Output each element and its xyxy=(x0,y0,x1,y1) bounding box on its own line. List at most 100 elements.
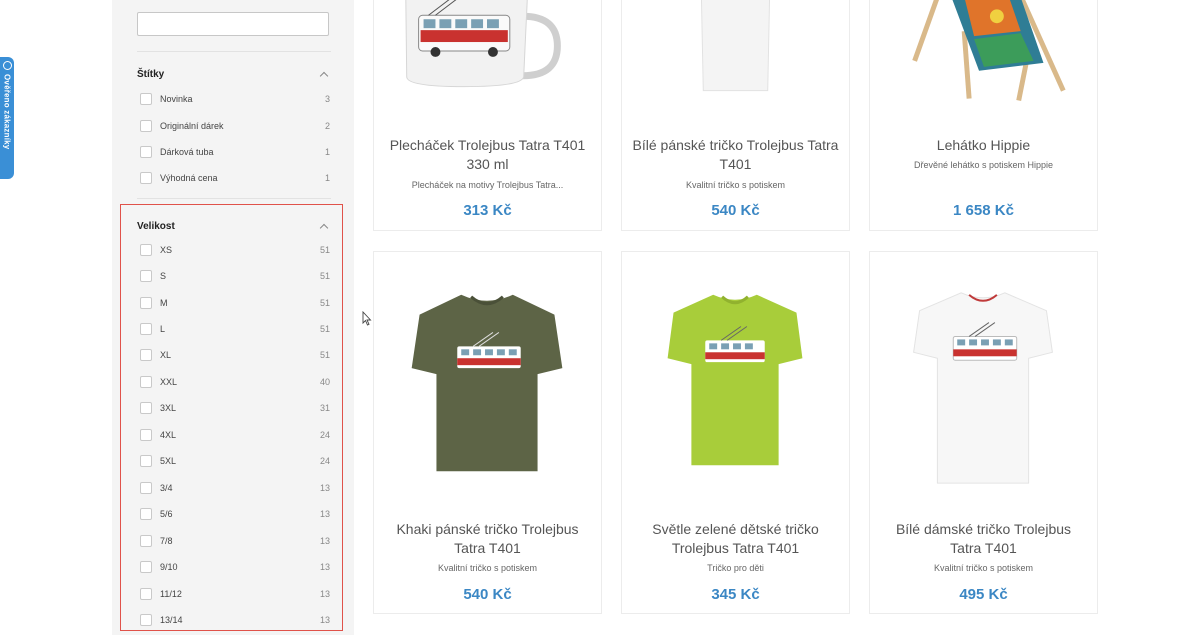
filter-option-count: 3 xyxy=(324,94,330,104)
verify-tab-label: Ověřeno zákazníky xyxy=(2,74,12,150)
checkbox[interactable] xyxy=(140,297,152,309)
filter-option-count: 2 xyxy=(324,121,330,131)
filter-option-label: Výhodná cena xyxy=(160,173,218,183)
filter-sidebar: Štítky Novinka 3 Originální dárek 2 Dárk… xyxy=(112,0,354,635)
filter-option[interactable]: Dárková tuba 1 xyxy=(137,144,330,160)
filter-header-tags[interactable]: Štítky xyxy=(137,66,330,82)
filter-option[interactable]: 3/4 13 xyxy=(137,480,330,496)
filter-option-label: Novinka xyxy=(160,94,193,104)
filter-option-label: XXL xyxy=(160,377,178,387)
product-description: Kvalitní tričko s potiskem xyxy=(933,563,1034,573)
filter-option-count: 13 xyxy=(319,562,330,572)
checkbox[interactable] xyxy=(140,429,152,441)
product-price: 313 Kč xyxy=(463,202,512,219)
filter-option-count: 31 xyxy=(319,403,330,413)
product-name[interactable]: Světle zelené dětské tričko Trolejbus Ta… xyxy=(632,520,839,558)
filter-option[interactable]: 5XL 24 xyxy=(137,453,330,469)
checkbox[interactable] xyxy=(140,349,152,361)
product-name[interactable]: Bílé pánské tričko Trolejbus Tatra T401 xyxy=(632,136,839,174)
product-card[interactable]: Bílé pánské tričko Trolejbus Tatra T401 … xyxy=(621,0,850,231)
checkbox[interactable] xyxy=(140,402,152,414)
checkbox[interactable] xyxy=(140,323,152,335)
checkbox[interactable] xyxy=(140,561,152,573)
checkbox[interactable] xyxy=(140,482,152,494)
product-card[interactable]: Lehátko Hippie Dřevěné lehátko s potiske… xyxy=(869,0,1098,231)
filter-option-label: 13/14 xyxy=(160,615,183,625)
product-description: Kvalitní tričko s potiskem xyxy=(437,563,538,573)
product-price: 345 Kč xyxy=(711,586,760,603)
checkbox[interactable] xyxy=(140,93,152,105)
verified-by-customers-badge[interactable]: Ověřeno zákazníky xyxy=(0,57,14,179)
product-image[interactable] xyxy=(374,288,601,478)
mouse-cursor-icon xyxy=(362,311,372,326)
filter-option-count: 13 xyxy=(319,483,330,493)
product-name[interactable]: Lehátko Hippie xyxy=(880,136,1087,155)
product-description: Tričko pro děti xyxy=(707,563,764,573)
filter-option[interactable]: XS 51 xyxy=(137,242,330,258)
filter-option-label: Dárková tuba xyxy=(160,147,214,157)
filter-option[interactable]: 11/12 13 xyxy=(137,586,330,602)
filter-option-label: XL xyxy=(160,350,172,360)
checkbox[interactable] xyxy=(140,172,152,184)
filter-option-label: XS xyxy=(160,245,173,255)
product-image[interactable] xyxy=(374,0,601,101)
product-name[interactable]: Bílé dámské tričko Trolejbus Tatra T401 xyxy=(880,520,1087,558)
checkbox[interactable] xyxy=(140,535,152,547)
checkbox[interactable] xyxy=(140,120,152,132)
filter-option-label: Originální dárek xyxy=(160,121,224,131)
filter-option[interactable]: 4XL 24 xyxy=(137,427,330,443)
filter-option[interactable]: Výhodná cena 1 xyxy=(137,170,330,186)
checkbox[interactable] xyxy=(140,588,152,600)
filter-option-count: 51 xyxy=(319,350,330,360)
filter-option[interactable]: L 51 xyxy=(137,321,330,337)
filter-option[interactable]: S 51 xyxy=(137,268,330,284)
filter-option[interactable]: XXL 40 xyxy=(137,374,330,390)
filter-option[interactable]: 13/14 13 xyxy=(137,612,330,628)
filter-header-size[interactable]: Velikost xyxy=(137,218,330,234)
filter-option[interactable]: 3XL 31 xyxy=(137,400,330,416)
product-name[interactable]: Plecháček Trolejbus Tatra T401 330 ml xyxy=(384,136,591,174)
product-price: 1 658 Kč xyxy=(953,202,1014,219)
divider xyxy=(137,198,331,199)
product-image[interactable] xyxy=(870,0,1097,103)
checkbox[interactable] xyxy=(140,614,152,626)
filter-option-label: 4XL xyxy=(160,430,177,440)
product-card[interactable]: Khaki pánské tričko Trolejbus Tatra T401… xyxy=(373,251,602,614)
filter-option-count: 51 xyxy=(319,245,330,255)
filter-option-label: 3/4 xyxy=(160,483,173,493)
product-card[interactable]: Světle zelené dětské tričko Trolejbus Ta… xyxy=(621,251,850,614)
product-card[interactable]: Plecháček Trolejbus Tatra T401 330 ml Pl… xyxy=(373,0,602,231)
filter-option[interactable]: Novinka 3 xyxy=(137,91,330,107)
product-image[interactable] xyxy=(622,288,849,478)
white-shirt-image xyxy=(700,0,771,92)
product-name[interactable]: Khaki pánské tričko Trolejbus Tatra T401 xyxy=(384,520,591,558)
filter-option-label: 9/10 xyxy=(160,562,178,572)
filter-option-count: 51 xyxy=(319,324,330,334)
filter-option-count: 40 xyxy=(319,377,330,387)
filter-option[interactable]: XL 51 xyxy=(137,347,330,363)
product-image[interactable] xyxy=(870,288,1097,488)
checkbox[interactable] xyxy=(140,244,152,256)
checkbox[interactable] xyxy=(140,508,152,520)
filter-title: Štítky xyxy=(137,68,165,80)
filter-option[interactable]: Originální dárek 2 xyxy=(137,118,330,134)
filter-option[interactable]: 9/10 13 xyxy=(137,559,330,575)
filter-option-count: 24 xyxy=(319,456,330,466)
filter-title: Velikost xyxy=(137,220,175,232)
chevron-up-icon[interactable] xyxy=(319,71,329,80)
filter-option[interactable]: 7/8 13 xyxy=(137,533,330,549)
chevron-up-icon[interactable] xyxy=(319,223,329,232)
product-card[interactable]: Bílé dámské tričko Trolejbus Tatra T401 … xyxy=(869,251,1098,614)
filter-search-input[interactable] xyxy=(137,12,329,36)
filter-option[interactable]: M 51 xyxy=(137,295,330,311)
product-description: Kvalitní tričko s potiskem xyxy=(685,180,786,190)
white-ladies-shirt-image xyxy=(913,292,1053,484)
checkbox[interactable] xyxy=(140,146,152,158)
product-image[interactable] xyxy=(622,0,849,101)
checkbox[interactable] xyxy=(140,270,152,282)
filter-option-label: 5/6 xyxy=(160,509,173,519)
filter-option[interactable]: 5/6 13 xyxy=(137,506,330,522)
filter-option-count: 13 xyxy=(319,615,330,625)
checkbox[interactable] xyxy=(140,376,152,388)
checkbox[interactable] xyxy=(140,455,152,467)
